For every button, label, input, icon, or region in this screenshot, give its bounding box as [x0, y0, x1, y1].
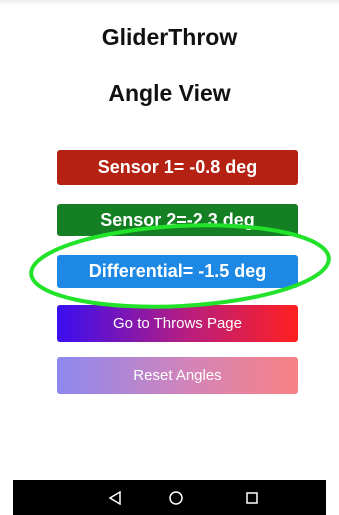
page-title: Angle View — [108, 80, 231, 106]
status-bar-edge — [0, 0, 339, 6]
reset-angles-button[interactable]: Reset Angles — [57, 357, 298, 394]
sensor2-readout: Sensor 2=-2.3 deg — [57, 204, 298, 236]
back-button[interactable] — [90, 480, 140, 515]
back-icon — [108, 490, 121, 505]
go-to-throws-page-button[interactable]: Go to Throws Page — [57, 305, 298, 342]
system-nav-bar — [13, 480, 326, 515]
home-button[interactable] — [151, 480, 201, 515]
sensor1-readout: Sensor 1= -0.8 deg — [57, 150, 298, 185]
recents-icon — [246, 491, 258, 504]
differential-readout: Differential= -1.5 deg — [57, 255, 298, 288]
app-title: GliderThrow — [101, 24, 238, 50]
home-icon — [169, 490, 183, 505]
recents-button[interactable] — [227, 480, 277, 515]
